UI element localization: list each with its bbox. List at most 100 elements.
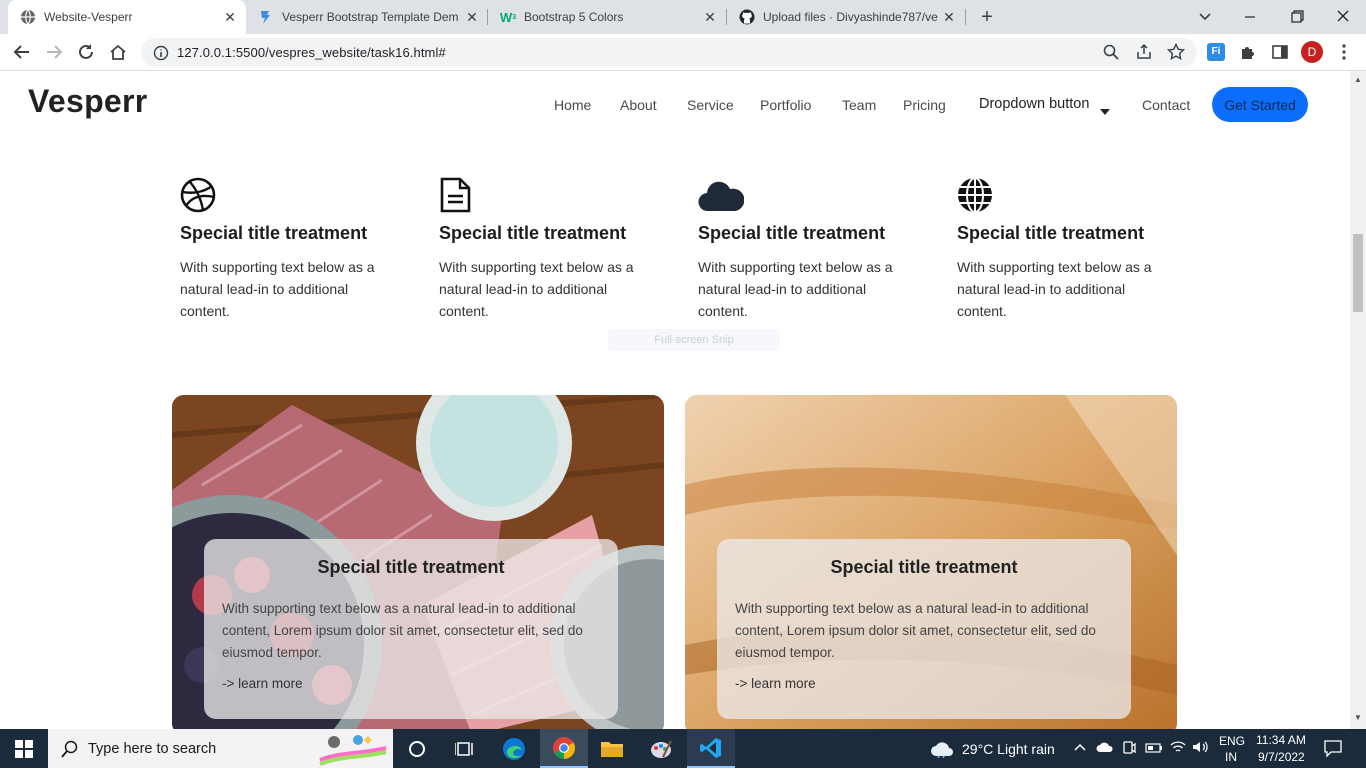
search-placeholder: Type here to search	[88, 740, 217, 757]
card-title: Special title treatment	[830, 557, 1018, 577]
weather-text[interactable]: 29°C Light rain	[962, 741, 1055, 757]
learn-more-link[interactable]: -> learn more	[735, 676, 1113, 691]
site-logo[interactable]: Vesperr	[28, 83, 148, 120]
tab-github-upload[interactable]: Upload files · Divyashinde787/ve ✕	[727, 0, 965, 34]
minimize-icon[interactable]	[1238, 6, 1262, 28]
page-scrollbar[interactable]: ▲ ▼	[1350, 71, 1366, 729]
windows-taskbar: Type here to search 29°C Light rain ENG …	[0, 729, 1366, 768]
web-page: Vesperr Home About Service Portfolio Tea…	[0, 71, 1350, 729]
language-indicator[interactable]: ENG	[1219, 734, 1245, 748]
edge-browser-icon[interactable]	[490, 729, 538, 768]
weather-cloud-icon[interactable]	[930, 738, 954, 763]
card-text: With supporting text below as a natural …	[735, 601, 1096, 660]
tab-title: Bootstrap 5 Colors	[524, 10, 624, 24]
search-icon	[61, 740, 79, 762]
paint-app-icon[interactable]	[637, 729, 685, 768]
nav-home[interactable]: Home	[554, 97, 591, 113]
address-bar[interactable]: 127.0.0.1:5500/vespres_website/task16.ht…	[141, 38, 1197, 67]
tab-vesperr-template[interactable]: Vesperr Bootstrap Template Dem ✕	[246, 0, 488, 34]
onedrive-cloud-icon[interactable]	[1096, 741, 1114, 756]
feature-card-cake: Special title treatment With supporting …	[685, 395, 1177, 729]
volume-icon[interactable]	[1192, 740, 1210, 757]
learn-more-link[interactable]: -> learn more	[222, 676, 600, 691]
notification-icon[interactable]	[1324, 739, 1342, 760]
service-title: Special title treatment	[180, 223, 368, 243]
info-icon[interactable]	[153, 45, 169, 61]
show-hidden-icons-icon[interactable]	[1073, 740, 1087, 757]
url-text: 127.0.0.1:5500/vespres_website/task16.ht…	[177, 45, 446, 60]
file-text-icon	[439, 177, 475, 213]
battery-icon[interactable]	[1145, 742, 1163, 756]
back-icon[interactable]	[10, 40, 34, 64]
service-title: Special title treatment	[439, 223, 627, 243]
card-text: With supporting text below as a natural …	[222, 601, 583, 660]
card-overlay: Special title treatment With supporting …	[204, 539, 618, 719]
service-title: Special title treatment	[698, 223, 886, 243]
reload-icon[interactable]	[74, 40, 98, 64]
service-text: With supporting text below as a natural …	[957, 259, 1152, 319]
tab-search-icon[interactable]	[1193, 6, 1217, 28]
service-text: With supporting text below as a natural …	[698, 259, 893, 319]
language-region[interactable]: IN	[1225, 750, 1237, 764]
clock-time[interactable]: 11:34 AM	[1256, 733, 1306, 747]
task-view-icon[interactable]	[441, 729, 489, 768]
nav-contact[interactable]: Contact	[1142, 97, 1190, 113]
tab-bootstrap-colors[interactable]: W3 Bootstrap 5 Colors ✕	[488, 0, 726, 34]
caret-down-icon	[1100, 102, 1110, 120]
zoom-icon[interactable]	[1099, 40, 1123, 64]
side-panel-icon[interactable]	[1268, 40, 1292, 64]
nav-portfolio[interactable]: Portfolio	[760, 97, 811, 113]
home-icon[interactable]	[106, 40, 130, 64]
nav-dropdown-button[interactable]: Dropdown button	[979, 96, 1089, 112]
tab-website-vesperr[interactable]: Website-Vesperr ✕	[8, 0, 246, 34]
get-started-button[interactable]: Get Started	[1212, 87, 1308, 122]
close-tab-icon[interactable]: ✕	[464, 9, 480, 26]
search-highlight-illustration-icon	[316, 732, 390, 766]
vscode-icon[interactable]	[687, 729, 735, 768]
tab-title: Upload files · Divyashinde787/ve	[763, 10, 938, 24]
restore-icon[interactable]	[1285, 6, 1309, 28]
nav-pricing[interactable]: Pricing	[903, 97, 946, 113]
snip-tooltip: Full-screen Snip	[608, 329, 780, 351]
service-item: Special title treatment With supporting …	[698, 177, 918, 322]
cortana-icon[interactable]	[393, 729, 441, 768]
file-explorer-icon[interactable]	[588, 729, 636, 768]
service-item: Special title treatment With supporting …	[439, 177, 659, 322]
globe-icon	[957, 177, 993, 213]
nav-service[interactable]: Service	[687, 97, 734, 113]
new-tab-button[interactable]: +	[975, 5, 999, 29]
nav-about[interactable]: About	[620, 97, 657, 113]
tab-strip: Website-Vesperr ✕ Vesperr Bootstrap Temp…	[0, 0, 1366, 34]
tab-title: Vesperr Bootstrap Template Dem	[282, 10, 459, 24]
menu-kebab-icon[interactable]	[1332, 40, 1356, 64]
taskbar-search-box[interactable]: Type here to search	[48, 729, 393, 768]
scroll-up-arrow-icon[interactable]: ▲	[1354, 75, 1362, 84]
scrollbar-thumb[interactable]	[1353, 234, 1363, 312]
service-text: With supporting text below as a natural …	[439, 259, 634, 319]
service-text: With supporting text below as a natural …	[180, 259, 375, 319]
close-tab-icon[interactable]: ✕	[222, 9, 238, 26]
close-window-icon[interactable]	[1331, 6, 1355, 28]
w3schools-favicon-icon: W3	[499, 9, 517, 25]
service-title: Special title treatment	[957, 223, 1145, 243]
service-item: Special title treatment With supporting …	[180, 177, 400, 322]
clock-date[interactable]: 9/7/2022	[1258, 750, 1305, 764]
service-item: Special title treatment With supporting …	[957, 177, 1177, 322]
windows-start-icon[interactable]	[0, 729, 48, 768]
chrome-taskbar-icon[interactable]	[540, 729, 588, 768]
close-tab-icon[interactable]: ✕	[702, 9, 718, 26]
bookmark-star-icon[interactable]	[1164, 40, 1188, 64]
extension-fi-icon[interactable]: Fi	[1204, 40, 1228, 64]
meet-now-icon[interactable]	[1122, 740, 1136, 759]
close-tab-icon[interactable]: ✕	[941, 9, 957, 26]
tab-title: Website-Vesperr	[44, 10, 133, 24]
globe-favicon-icon	[20, 9, 36, 25]
nav-team[interactable]: Team	[842, 97, 876, 113]
github-favicon-icon	[739, 9, 755, 25]
share-icon[interactable]	[1132, 40, 1156, 64]
wifi-icon[interactable]	[1170, 740, 1186, 757]
forward-icon[interactable]	[42, 40, 66, 64]
profile-avatar[interactable]: D	[1300, 40, 1324, 64]
extensions-puzzle-icon[interactable]	[1236, 40, 1260, 64]
scroll-down-arrow-icon[interactable]: ▼	[1354, 713, 1362, 722]
